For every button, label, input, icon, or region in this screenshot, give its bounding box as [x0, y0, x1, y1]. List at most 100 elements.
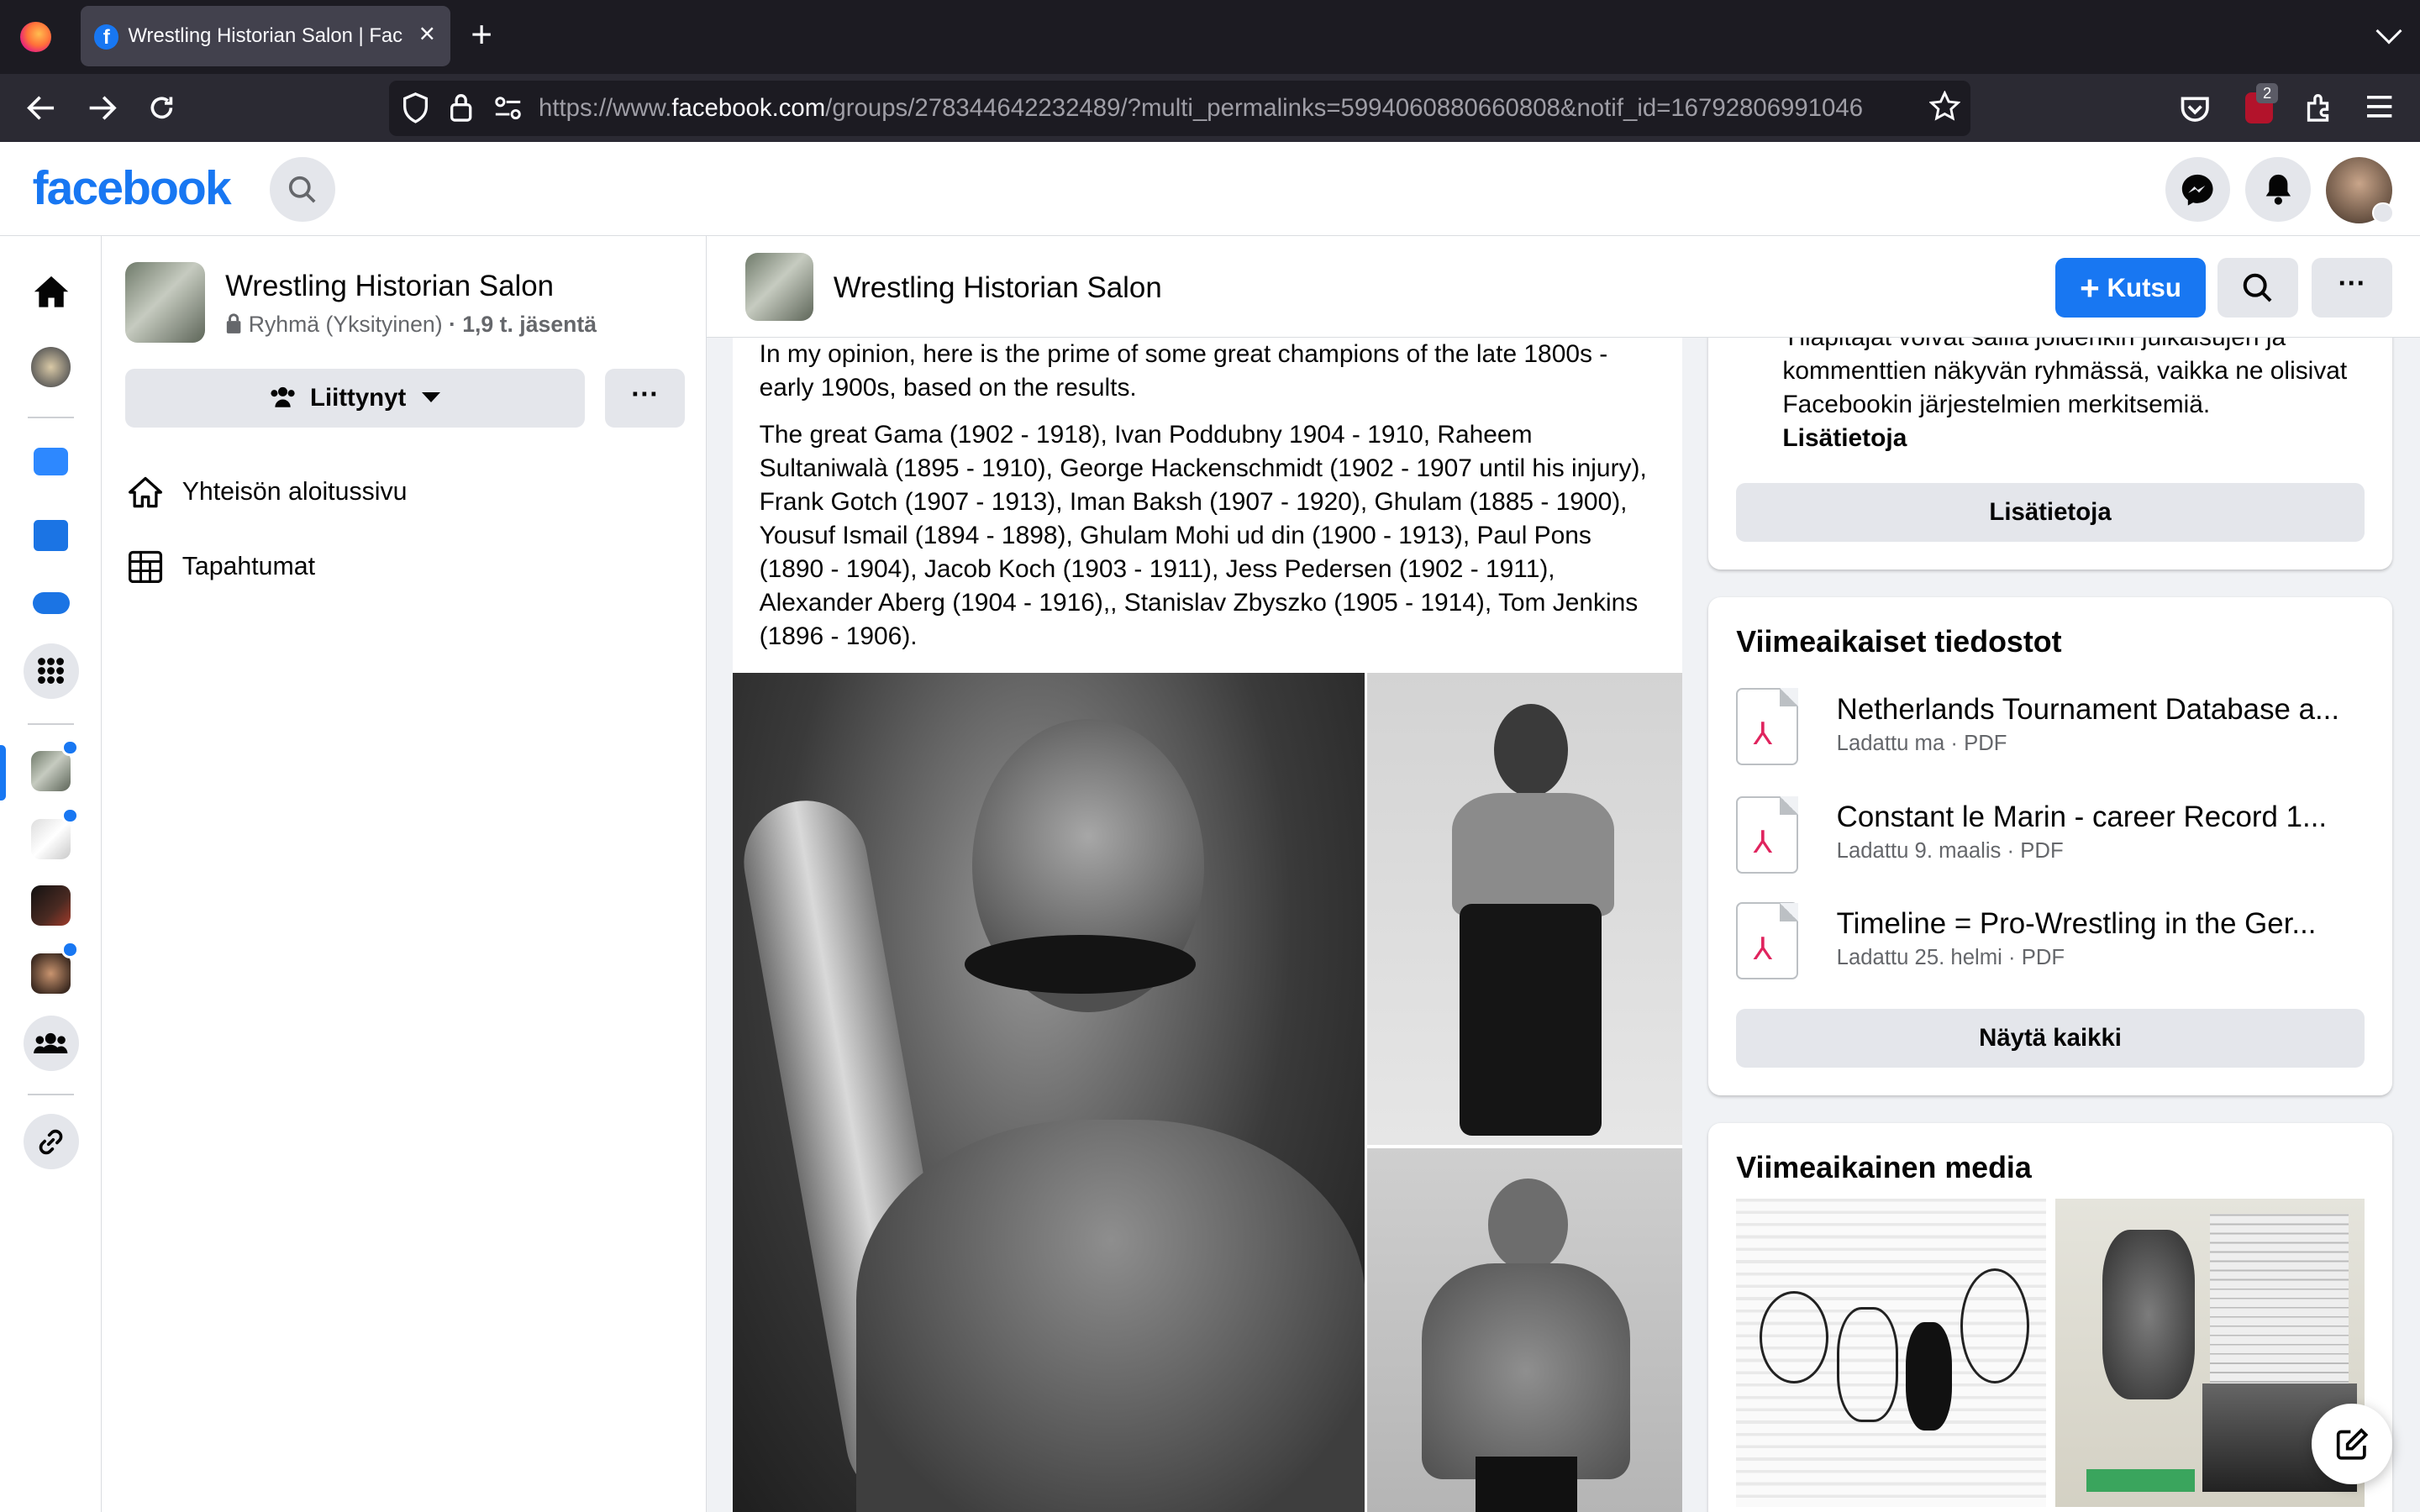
- pocket-icon[interactable]: [2178, 92, 2218, 123]
- rail-divider: [28, 723, 75, 726]
- grid-menu-icon: [38, 658, 65, 685]
- account-chevron-down-icon[interactable]: [2372, 202, 2394, 224]
- active-indicator: [0, 745, 7, 801]
- nav-item-label: Tapahtumat: [182, 552, 316, 580]
- notifications-button[interactable]: [2245, 157, 2311, 223]
- cartoon-figure: [1759, 1291, 1829, 1384]
- caret-down-icon: [422, 392, 441, 402]
- new-message-button[interactable]: [2312, 1404, 2392, 1484]
- messenger-icon: [2182, 174, 2213, 206]
- reload-icon[interactable]: [146, 92, 177, 123]
- group-more-button[interactable]: ···: [604, 368, 686, 428]
- plus-icon: +: [2080, 268, 2100, 307]
- tab-close-icon[interactable]: ×: [419, 18, 435, 50]
- group-cover-thumbnail[interactable]: [124, 262, 206, 343]
- group-shortcut-3[interactable]: [30, 885, 71, 926]
- post-photo-gama[interactable]: [733, 672, 1365, 1512]
- calendar-table-icon: [128, 550, 162, 584]
- messenger-button[interactable]: [2165, 157, 2231, 223]
- watch-video-icon[interactable]: [34, 447, 68, 475]
- facebook-top-bar: [0, 141, 2420, 236]
- gaming-controller-icon[interactable]: [32, 592, 70, 614]
- link-chain-icon: [39, 1129, 63, 1154]
- about-link[interactable]: Lisätietoja: [1782, 424, 1907, 452]
- profile-shortcut-avatar[interactable]: [30, 347, 71, 387]
- search-icon: [2243, 273, 2272, 302]
- group-shortcut-wrestling-historian-salon[interactable]: [30, 751, 71, 792]
- group-header-thumbnail[interactable]: [745, 253, 813, 322]
- shortcut-rail: [0, 236, 103, 1512]
- joined-button[interactable]: Liittynyt: [124, 368, 586, 428]
- group-meta: Ryhmä (Yksityinen) · 1,9 t. jäsentä: [225, 312, 597, 338]
- torso-shape: [856, 1120, 1365, 1512]
- joined-people-icon: [271, 386, 296, 407]
- media-thumbnail-cartoon[interactable]: [1736, 1199, 2047, 1508]
- file-title[interactable]: Netherlands Tournament Database a...: [1837, 693, 2370, 727]
- marketplace-store-icon[interactable]: [34, 519, 68, 551]
- permissions-icon[interactable]: [494, 96, 522, 120]
- header-more-button[interactable]: ···: [2312, 257, 2392, 318]
- nav-item-events[interactable]: Tapahtumat: [127, 544, 682, 596]
- hamburger-menu-icon[interactable]: [2367, 95, 2392, 118]
- all-menu-button[interactable]: [23, 643, 79, 699]
- nav-item-community-home[interactable]: Yhteisön aloitussivu: [127, 470, 682, 522]
- learn-more-button[interactable]: Lisätietoja: [1736, 482, 2365, 542]
- trunks-shape: [1475, 1456, 1578, 1512]
- new-tab-icon[interactable]: +: [471, 15, 492, 55]
- text-column: [2210, 1214, 2349, 1399]
- file-title[interactable]: Constant le Marin - career Record 1...: [1837, 801, 2370, 834]
- group-header-title[interactable]: Wrestling Historian Salon: [834, 271, 1162, 305]
- pdf-file-icon: ⅄: [1736, 795, 1798, 874]
- show-all-files-button[interactable]: Näytä kaikki: [1736, 1009, 2365, 1068]
- address-bar[interactable]: https://www.facebook.com/groups/27834464…: [388, 80, 1971, 136]
- trousers-shape: [1460, 904, 1602, 1136]
- about-text: Ylläpitäjät voivat sallia joidenkin julk…: [1782, 323, 2348, 453]
- group-sticky-header: Wrestling Historian Salon + Kutsu ···: [707, 236, 2420, 339]
- file-meta: Ladattu 25. helmi · PDF: [1836, 945, 2065, 969]
- head-shape: [1487, 1179, 1569, 1272]
- forward-arrow-icon[interactable]: [87, 94, 118, 122]
- file-title[interactable]: Timeline = Pro-Wrestling in the Ger...: [1837, 907, 2370, 941]
- groups-button[interactable]: [23, 1015, 79, 1071]
- facebook-logo[interactable]: facebook: [33, 160, 232, 216]
- torso-shape: [1452, 793, 1615, 916]
- post-photo-wrestler-3[interactable]: [1367, 1147, 1682, 1512]
- tracking-shield-icon[interactable]: [402, 92, 429, 123]
- group-shortcut-4[interactable]: [30, 953, 71, 994]
- group-name[interactable]: Wrestling Historian Salon: [225, 270, 554, 303]
- browser-tab[interactable]: f Wrestling Historian Salon | Facebook ×: [80, 6, 451, 66]
- lock-icon[interactable]: [449, 92, 473, 123]
- extensions-puzzle-icon[interactable]: [2304, 92, 2335, 123]
- notification-dot: [61, 738, 79, 756]
- nav-item-label: Yhteisön aloitussivu: [182, 478, 408, 507]
- recent-files-card: Viimeaikaiset tiedostot ⅄ Netherlands To…: [1708, 596, 2392, 1096]
- groups-people-icon: [34, 1032, 68, 1054]
- post-paragraph-1: In my opinion, here is the prime of some…: [759, 340, 1608, 402]
- pdf-file-icon: ⅄: [1736, 688, 1798, 765]
- file-meta: Ladattu ma · PDF: [1836, 731, 2007, 755]
- rail-divider: [28, 1094, 75, 1096]
- firefox-icon[interactable]: [19, 21, 51, 53]
- back-arrow-icon[interactable]: [26, 94, 57, 122]
- wrestler-figure: [2102, 1229, 2195, 1399]
- link-button[interactable]: [23, 1114, 79, 1170]
- group-shortcut-2[interactable]: [30, 819, 71, 860]
- invite-button[interactable]: + Kutsu: [2055, 257, 2206, 318]
- torso-shape: [1421, 1263, 1630, 1480]
- search-icon: [289, 176, 316, 203]
- home-icon[interactable]: [33, 275, 70, 308]
- green-stripe: [2086, 1468, 2195, 1493]
- post-card: In my opinion, here is the prime of some…: [733, 338, 1682, 1512]
- group-privacy: Ryhmä (Yksityinen): [248, 311, 443, 337]
- facebook-favicon-icon: f: [94, 24, 119, 50]
- search-button[interactable]: [270, 157, 335, 223]
- list-tabs-chevron-icon[interactable]: [2375, 18, 2402, 45]
- tab-title: Wrestling Historian Salon | Facebook: [128, 24, 403, 48]
- bookmark-star-icon[interactable]: [1928, 91, 1960, 122]
- notification-dot: [61, 941, 79, 958]
- post-photo-wrestler-2[interactable]: [1367, 672, 1682, 1145]
- group-members: · 1,9 t. jäsentä: [448, 311, 597, 337]
- home-outline-icon: [128, 476, 162, 508]
- group-search-button[interactable]: [2217, 257, 2298, 318]
- file-meta: Ladattu 9. maalis · PDF: [1836, 839, 2064, 864]
